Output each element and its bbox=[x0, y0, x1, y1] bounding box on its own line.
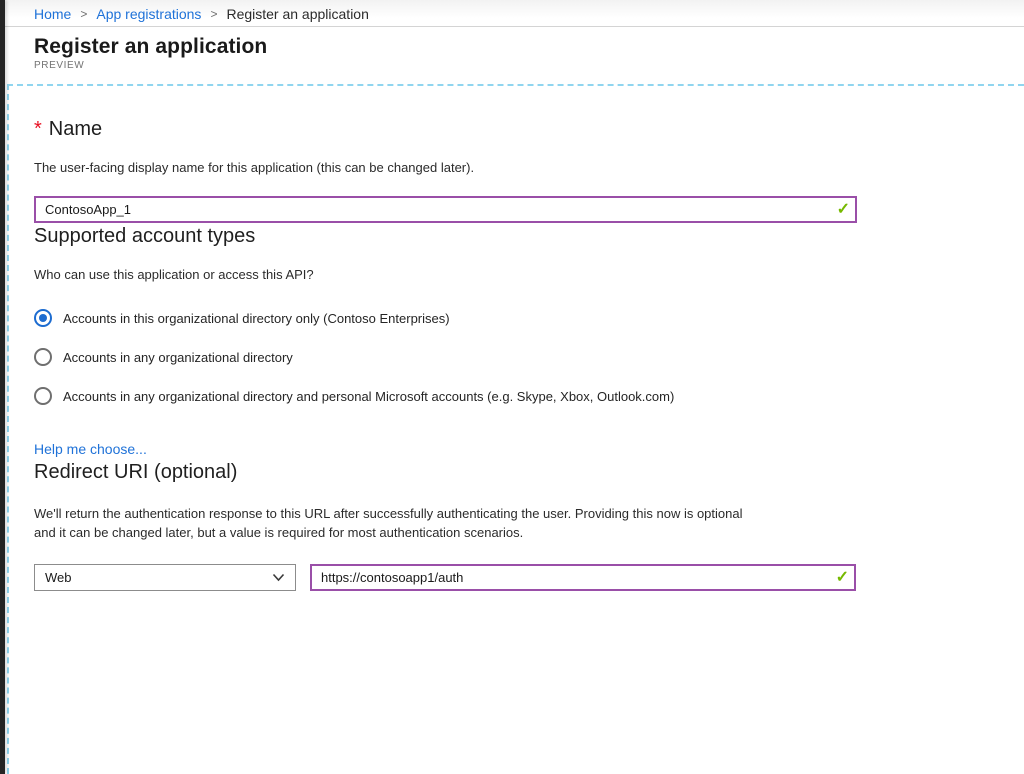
radio-button-icon[interactable] bbox=[34, 348, 52, 366]
platform-select[interactable]: Web bbox=[34, 564, 296, 591]
name-heading-label: Name bbox=[49, 118, 102, 140]
breadcrumb-current: Register an application bbox=[226, 6, 368, 22]
radio-accounts-any-org[interactable]: Accounts in any organizational directory bbox=[34, 348, 1024, 366]
radio-label: Accounts in any organizational directory bbox=[63, 350, 293, 365]
preview-badge: PREVIEW bbox=[34, 60, 1024, 71]
help-me-choose-link[interactable]: Help me choose... bbox=[34, 441, 147, 457]
name-field: ✓ bbox=[34, 196, 857, 223]
breadcrumb-separator: > bbox=[80, 7, 87, 21]
redirect-uri-field: ✓ bbox=[310, 564, 856, 591]
radio-button-selected-icon[interactable] bbox=[34, 309, 52, 327]
blade-header: Register an application PREVIEW bbox=[5, 28, 1024, 84]
breadcrumb-bar: Home > App registrations > Register an a… bbox=[5, 0, 1024, 27]
radio-accounts-any-org-and-personal[interactable]: Accounts in any organizational directory… bbox=[34, 387, 1024, 405]
name-description: The user-facing display name for this ap… bbox=[34, 160, 1024, 176]
name-section-heading: * Name bbox=[34, 116, 1024, 142]
account-types-question: Who can use this application or access t… bbox=[34, 267, 1024, 283]
redirect-uri-input[interactable] bbox=[310, 564, 856, 591]
blade-edge bbox=[0, 0, 5, 774]
redirect-uri-controls: Web ✓ bbox=[34, 564, 1024, 591]
required-asterisk: * bbox=[34, 118, 42, 140]
radio-label: Accounts in any organizational directory… bbox=[63, 389, 674, 404]
breadcrumb-separator: > bbox=[210, 7, 217, 21]
radio-label: Accounts in this organizational director… bbox=[63, 311, 450, 326]
radio-button-icon[interactable] bbox=[34, 387, 52, 405]
breadcrumb-home-link[interactable]: Home bbox=[34, 6, 71, 22]
breadcrumb-app-registrations-link[interactable]: App registrations bbox=[96, 6, 201, 22]
account-types-heading: Supported account types bbox=[34, 223, 1024, 249]
name-input[interactable] bbox=[34, 196, 857, 223]
account-type-radio-group: Accounts in this organizational director… bbox=[34, 309, 1024, 405]
radio-accounts-this-org-only[interactable]: Accounts in this organizational director… bbox=[34, 309, 1024, 327]
redirect-uri-description: We'll return the authentication response… bbox=[34, 504, 1024, 542]
register-application-form: * Name The user-facing display name for t… bbox=[7, 84, 1024, 774]
page-title: Register an application bbox=[34, 35, 1024, 59]
breadcrumb: Home > App registrations > Register an a… bbox=[5, 0, 1024, 27]
platform-select-value: Web bbox=[45, 570, 72, 585]
chevron-down-icon bbox=[272, 573, 285, 582]
redirect-uri-heading: Redirect URI (optional) bbox=[34, 459, 1024, 485]
